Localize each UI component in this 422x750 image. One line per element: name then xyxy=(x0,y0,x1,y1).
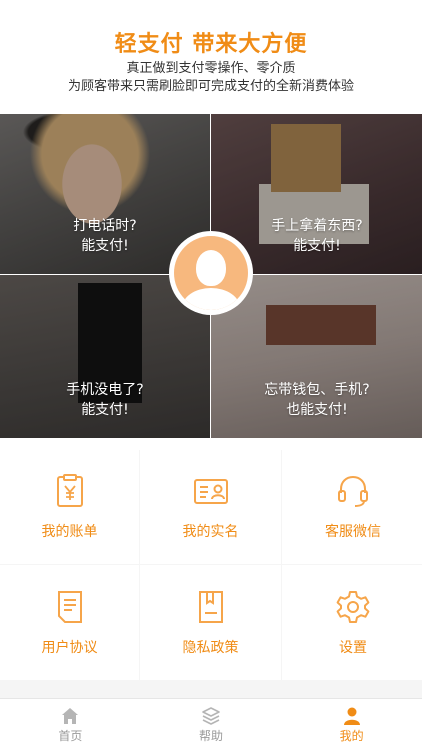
headline: 轻支付 带来大方便 xyxy=(114,32,308,57)
menu-label: 我的账单 xyxy=(41,524,98,540)
feature-grid: 打电话时? 能支付! 手上拿着东西? 能支付! 手机没电了? 能支付! 忘带钱包… xyxy=(0,114,422,438)
privacy-doc-icon xyxy=(198,590,223,623)
tile-answer: 也能支付! xyxy=(286,402,348,418)
menu-label: 客服微信 xyxy=(325,524,381,540)
menu-item-user-agreement[interactable]: 用户协议 xyxy=(0,565,139,680)
layers-icon xyxy=(202,707,220,725)
document-icon xyxy=(57,590,82,623)
menu-label: 设置 xyxy=(339,639,367,656)
menu-item-bill[interactable]: 我的账单 xyxy=(0,450,139,564)
menu-label: 隐私政策 xyxy=(182,639,239,656)
home-icon xyxy=(62,708,79,724)
tab-label: 首页 xyxy=(58,729,83,743)
gear-icon xyxy=(336,590,370,623)
menu-item-service-wechat[interactable]: 客服微信 xyxy=(282,450,422,564)
tab-mine[interactable]: 我的 xyxy=(281,699,422,750)
avatar[interactable] xyxy=(169,231,253,315)
headset-icon xyxy=(338,475,368,507)
menu-item-settings[interactable]: 设置 xyxy=(282,565,422,680)
tab-home[interactable]: 首页 xyxy=(0,699,141,750)
bill-icon xyxy=(56,474,83,507)
avatar-placeholder-icon xyxy=(174,236,248,310)
section-divider xyxy=(0,680,422,698)
tab-help[interactable]: 帮助 xyxy=(141,699,282,750)
user-icon xyxy=(343,707,360,725)
tile-question: 忘带钱包、手机? xyxy=(264,382,370,398)
header: 轻支付 带来大方便 真正做到支付零操作、零介质 为顾客带来只需刷脸即可完成支付的… xyxy=(0,0,422,114)
tab-label: 帮助 xyxy=(199,729,224,743)
menu-label: 我的实名 xyxy=(182,524,239,540)
tile-question: 手上拿着东西? xyxy=(271,218,363,234)
tile-question: 打电话时? xyxy=(73,218,137,234)
menu-grid: 我的账单 我的实名 客服微信 用户协议 隐私政策 设置 xyxy=(0,450,422,680)
menu-item-privacy-policy[interactable]: 隐私政策 xyxy=(140,565,281,680)
subline: 真正做到支付零操作、零介质 xyxy=(126,61,296,76)
bottom-tab-bar: 首页 帮助 我的 xyxy=(0,698,422,750)
menu-item-real-name[interactable]: 我的实名 xyxy=(140,450,281,564)
id-card-icon xyxy=(193,479,228,504)
tile-question: 手机没电了? xyxy=(66,382,144,398)
tile-answer: 能支付! xyxy=(81,402,129,418)
tab-label: 我的 xyxy=(339,729,364,743)
menu-label: 用户协议 xyxy=(41,639,98,656)
subline: 为顾客带来只需刷脸即可完成支付的全新消费体验 xyxy=(67,79,354,94)
